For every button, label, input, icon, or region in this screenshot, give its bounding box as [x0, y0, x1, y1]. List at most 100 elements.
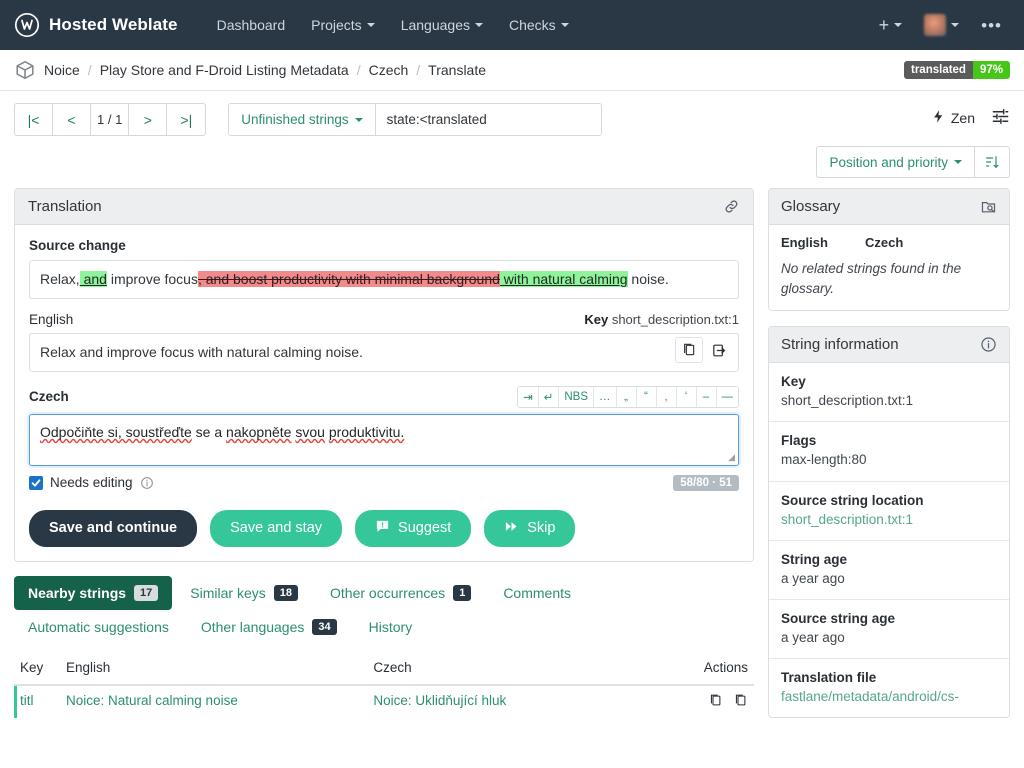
clone-to-translation-icon[interactable] — [705, 337, 733, 363]
pager: |< < 1 / 1 > >| — [14, 103, 206, 136]
search-group: Unfinished strings — [228, 103, 601, 136]
save-and-continue-button[interactable]: Save and continue — [29, 510, 197, 547]
info-item-flags: Flags max-length:80 — [769, 422, 1009, 481]
insert-quote-close-button[interactable]: “ — [637, 387, 657, 407]
search-input[interactable] — [376, 104, 601, 135]
copy-icon[interactable] — [675, 337, 703, 363]
glossary-columns: English Czech — [781, 235, 997, 250]
info-key: Translation file — [781, 670, 997, 685]
sort-direction-button[interactable] — [975, 147, 1009, 177]
glossary-search-icon[interactable] — [980, 198, 997, 215]
source-string-wrapper: Relax and improve focus with natural cal… — [29, 333, 739, 372]
pager-last-button[interactable]: >| — [167, 104, 205, 135]
pager-prev-button[interactable]: < — [53, 104, 91, 135]
overflow-menu-button[interactable]: ••• — [973, 12, 1010, 39]
tab-label: Comments — [503, 585, 571, 601]
source-change-label: Source change — [29, 238, 739, 253]
nav-link-label: Languages — [401, 17, 470, 33]
table-row[interactable]: titl Noice: Natural calming noise Noice:… — [14, 685, 754, 718]
user-menu-button[interactable] — [916, 9, 967, 41]
info-value-link[interactable]: fastlane/metadata/android/cs- — [781, 688, 997, 706]
insert-single-quote-close-button[interactable]: ‘ — [677, 387, 697, 407]
plus-icon: + — [879, 16, 890, 34]
insert-newline-icon[interactable]: ↵ — [539, 387, 560, 407]
nav-link-label: Dashboard — [217, 17, 286, 33]
sort-dropdown[interactable]: Position and priority — [817, 147, 975, 177]
insert-en-dash-button[interactable]: – — [697, 387, 717, 407]
tab-count: 1 — [453, 585, 471, 601]
needs-editing-label: Needs editing — [50, 475, 133, 490]
insert-nbsp-button[interactable]: NBS — [559, 387, 594, 407]
nav-links: Dashboard Projects Languages Checks — [204, 11, 582, 39]
cell-key[interactable]: titl — [14, 685, 60, 718]
insert-tab-icon[interactable]: ⇥ — [518, 387, 539, 407]
translation-column: Translation Source change Relax, and imp… — [14, 188, 754, 718]
tab-other-occurrences[interactable]: Other occurrences 1 — [316, 576, 485, 610]
toolbar-right: Zen — [931, 103, 1010, 129]
tab-comments[interactable]: Comments — [489, 576, 585, 610]
settings-sliders-icon[interactable] — [991, 107, 1010, 129]
insert-quote-open-button[interactable]: „ — [617, 387, 637, 407]
glossary-body: English Czech No related strings found i… — [769, 225, 1009, 310]
filter-dropdown-label: Unfinished strings — [241, 112, 348, 127]
needs-editing-checkbox[interactable] — [29, 476, 43, 490]
insert-single-quote-open-button[interactable]: ‚ — [657, 387, 677, 407]
cell-actions — [657, 685, 754, 718]
diff-unchanged: noise. — [628, 271, 669, 287]
save-and-stay-button[interactable]: Save and stay — [210, 510, 342, 547]
insert-ellipsis-button[interactable]: … — [594, 387, 617, 407]
breadcrumb-component[interactable]: Play Store and F-Droid Listing Metadata — [100, 62, 349, 78]
info-icon[interactable] — [140, 476, 154, 490]
info-value-link[interactable]: short_description.txt:1 — [781, 511, 997, 529]
bottom-tabs: Nearby strings 17 Similar keys 18 Other … — [14, 576, 754, 644]
copy-icon[interactable] — [708, 693, 723, 708]
breadcrumb-separator: / — [416, 62, 420, 78]
string-information-title: String information — [781, 336, 899, 353]
nav-link-projects[interactable]: Projects — [298, 11, 388, 39]
tab-similar-keys[interactable]: Similar keys 18 — [176, 576, 312, 610]
tab-history[interactable]: History — [355, 610, 427, 644]
info-icon[interactable] — [980, 336, 997, 353]
tabs-row-primary: Nearby strings 17 Similar keys 18 Other … — [14, 576, 754, 610]
target-header: Czech ⇥ ↵ NBS … „ “ ‚ ‘ – — — [29, 386, 739, 408]
diff-unchanged: improve focus — [107, 271, 198, 287]
insert-em-dash-button[interactable]: — — [717, 387, 739, 407]
zen-mode-button[interactable]: Zen — [931, 109, 975, 127]
breadcrumb-project[interactable]: Noice — [44, 62, 80, 78]
translation-textarea[interactable]: Odpočiňte si, soustřeďte se a nakopněte … — [29, 414, 739, 466]
nearby-strings-table: Key English Czech Actions titl Noice: Na… — [14, 654, 754, 718]
resize-handle[interactable]: ◢ — [728, 452, 735, 463]
suggest-icon — [375, 519, 390, 538]
brand[interactable]: Hosted Weblate — [14, 12, 178, 38]
tab-other-languages[interactable]: Other languages 34 — [187, 610, 351, 644]
nav-link-languages[interactable]: Languages — [388, 11, 496, 39]
glossary-title: Glossary — [781, 198, 840, 215]
pager-next-button[interactable]: > — [129, 104, 167, 135]
cell-english[interactable]: Noice: Natural calming noise — [60, 685, 367, 718]
filter-dropdown[interactable]: Unfinished strings — [229, 104, 375, 135]
tab-nearby-strings[interactable]: Nearby strings 17 — [14, 576, 172, 610]
tab-label: History — [369, 619, 413, 635]
tab-label: Other languages — [201, 619, 305, 635]
nav-link-checks[interactable]: Checks — [496, 11, 582, 39]
skip-button[interactable]: Skip — [484, 510, 575, 547]
breadcrumb-language[interactable]: Czech — [369, 62, 409, 78]
chevron-down-icon — [951, 23, 959, 27]
column-header-czech: Czech — [367, 654, 657, 685]
translation-text-part: svou — [295, 424, 325, 440]
source-row-label: English Key short_description.txt:1 — [29, 312, 739, 327]
tab-automatic-suggestions[interactable]: Automatic suggestions — [14, 610, 183, 644]
add-button[interactable]: + — [871, 11, 911, 39]
cell-czech[interactable]: Noice: Uklidňující hluk — [367, 685, 657, 718]
zen-label: Zen — [951, 110, 975, 126]
chevron-down-icon — [894, 23, 902, 27]
nav-link-dashboard[interactable]: Dashboard — [204, 11, 299, 39]
column-header-english: English — [60, 654, 367, 685]
clone-icon[interactable] — [733, 693, 748, 708]
source-string-text: Relax and improve focus with natural cal… — [29, 333, 739, 372]
target-language-label: Czech — [29, 389, 69, 404]
suggest-button[interactable]: Suggest — [355, 510, 471, 547]
pager-first-button[interactable]: |< — [15, 104, 53, 135]
character-counter: 58/80 · 51 — [673, 475, 739, 491]
permalink-icon[interactable] — [723, 198, 740, 215]
